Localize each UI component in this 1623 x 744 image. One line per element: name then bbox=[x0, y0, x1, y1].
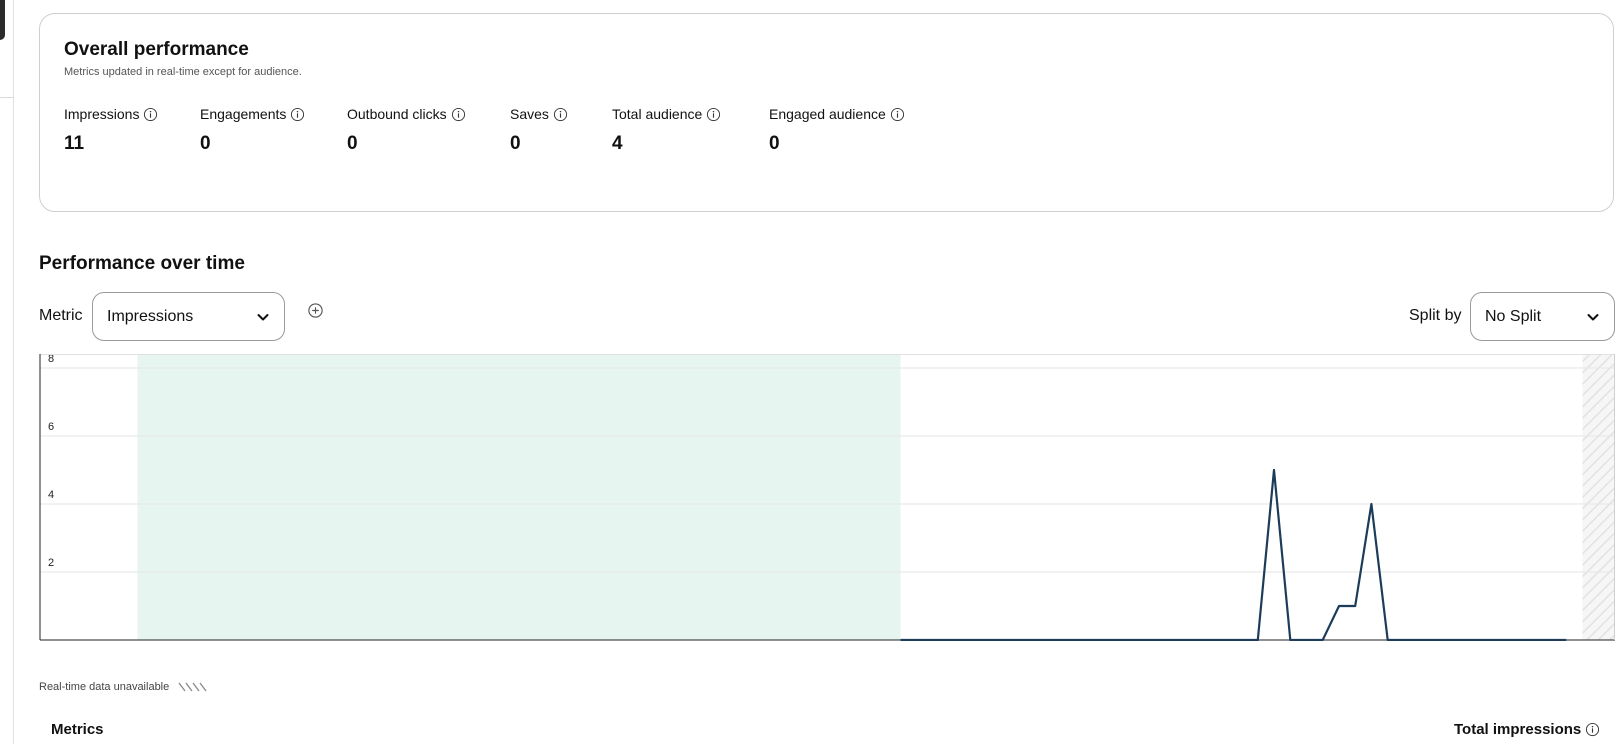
metric-engaged-audience: Engaged audience 0 bbox=[769, 106, 905, 155]
info-icon[interactable] bbox=[706, 107, 721, 122]
info-icon[interactable] bbox=[1585, 722, 1600, 737]
total-impressions-label: Total impressions bbox=[1454, 721, 1582, 738]
legend-text: Real-time data unavailable bbox=[39, 681, 170, 693]
info-icon[interactable] bbox=[290, 107, 305, 122]
sidebar-tab[interactable] bbox=[0, 0, 5, 40]
info-icon[interactable] bbox=[451, 107, 466, 122]
left-rail bbox=[0, 0, 14, 744]
info-icon[interactable] bbox=[553, 107, 568, 122]
metric-dropdown[interactable]: Impressions bbox=[92, 292, 285, 341]
metric-impressions: Impressions 11 bbox=[64, 106, 158, 155]
info-icon[interactable] bbox=[143, 107, 158, 122]
metric-value: 0 bbox=[347, 133, 358, 154]
info-icon[interactable] bbox=[890, 107, 905, 122]
split-dropdown-value: No Split bbox=[1485, 307, 1542, 325]
metric-total-audience: Total audience 4 bbox=[612, 106, 721, 155]
metric-label: Total audience bbox=[612, 106, 703, 122]
metric-saves: Saves 0 bbox=[510, 106, 568, 155]
y-tick-label: 2 bbox=[48, 557, 54, 569]
chevron-down-icon bbox=[257, 313, 269, 320]
y-tick-label: 6 bbox=[48, 421, 54, 433]
hatch-pattern-icon bbox=[178, 682, 207, 692]
realtime-unavailable-region bbox=[1582, 354, 1615, 640]
metric-label: Engagements bbox=[200, 106, 287, 122]
split-by-label: Split by bbox=[1409, 307, 1462, 324]
card-subtitle: Metrics updated in real-time except for … bbox=[64, 66, 302, 78]
metric-engagements: Engagements 0 bbox=[200, 106, 305, 155]
metric-value: 0 bbox=[200, 133, 211, 154]
metric-value: 0 bbox=[769, 133, 780, 154]
add-circle-icon[interactable] bbox=[307, 302, 324, 319]
highlight-band bbox=[137, 354, 901, 640]
overall-performance-card: Overall performance Metrics updated in r… bbox=[39, 13, 1614, 212]
metrics-table-header: Metrics bbox=[51, 721, 104, 738]
metric-value: 4 bbox=[612, 133, 623, 154]
impressions-series-line bbox=[900, 468, 1567, 641]
total-impressions-header: Total impressions bbox=[1454, 721, 1600, 738]
metric-value: 0 bbox=[510, 133, 521, 154]
metric-dropdown-value: Impressions bbox=[107, 307, 194, 325]
impressions-line-chart[interactable]: 2468Apr 20Apr 30May 10May 20May 30Jun 9J… bbox=[39, 354, 1615, 641]
metric-label: Saves bbox=[510, 106, 549, 122]
performance-over-time-title: Performance over time bbox=[39, 253, 245, 274]
realtime-unavailable-legend: Real-time data unavailable bbox=[39, 681, 211, 693]
split-by-dropdown[interactable]: No Split bbox=[1470, 292, 1615, 341]
sidebar-divider bbox=[0, 97, 14, 98]
metric-value: 11 bbox=[64, 133, 85, 154]
metric-label: Outbound clicks bbox=[347, 106, 447, 122]
metric-outbound-clicks: Outbound clicks 0 bbox=[347, 106, 466, 155]
card-title: Overall performance bbox=[64, 39, 249, 60]
metric-select-label: Metric bbox=[39, 307, 83, 324]
metric-label: Impressions bbox=[64, 106, 140, 122]
metric-label: Engaged audience bbox=[769, 106, 886, 122]
y-tick-label: 4 bbox=[48, 489, 54, 501]
y-tick-label: 8 bbox=[48, 354, 54, 365]
chevron-down-icon bbox=[1587, 313, 1599, 320]
